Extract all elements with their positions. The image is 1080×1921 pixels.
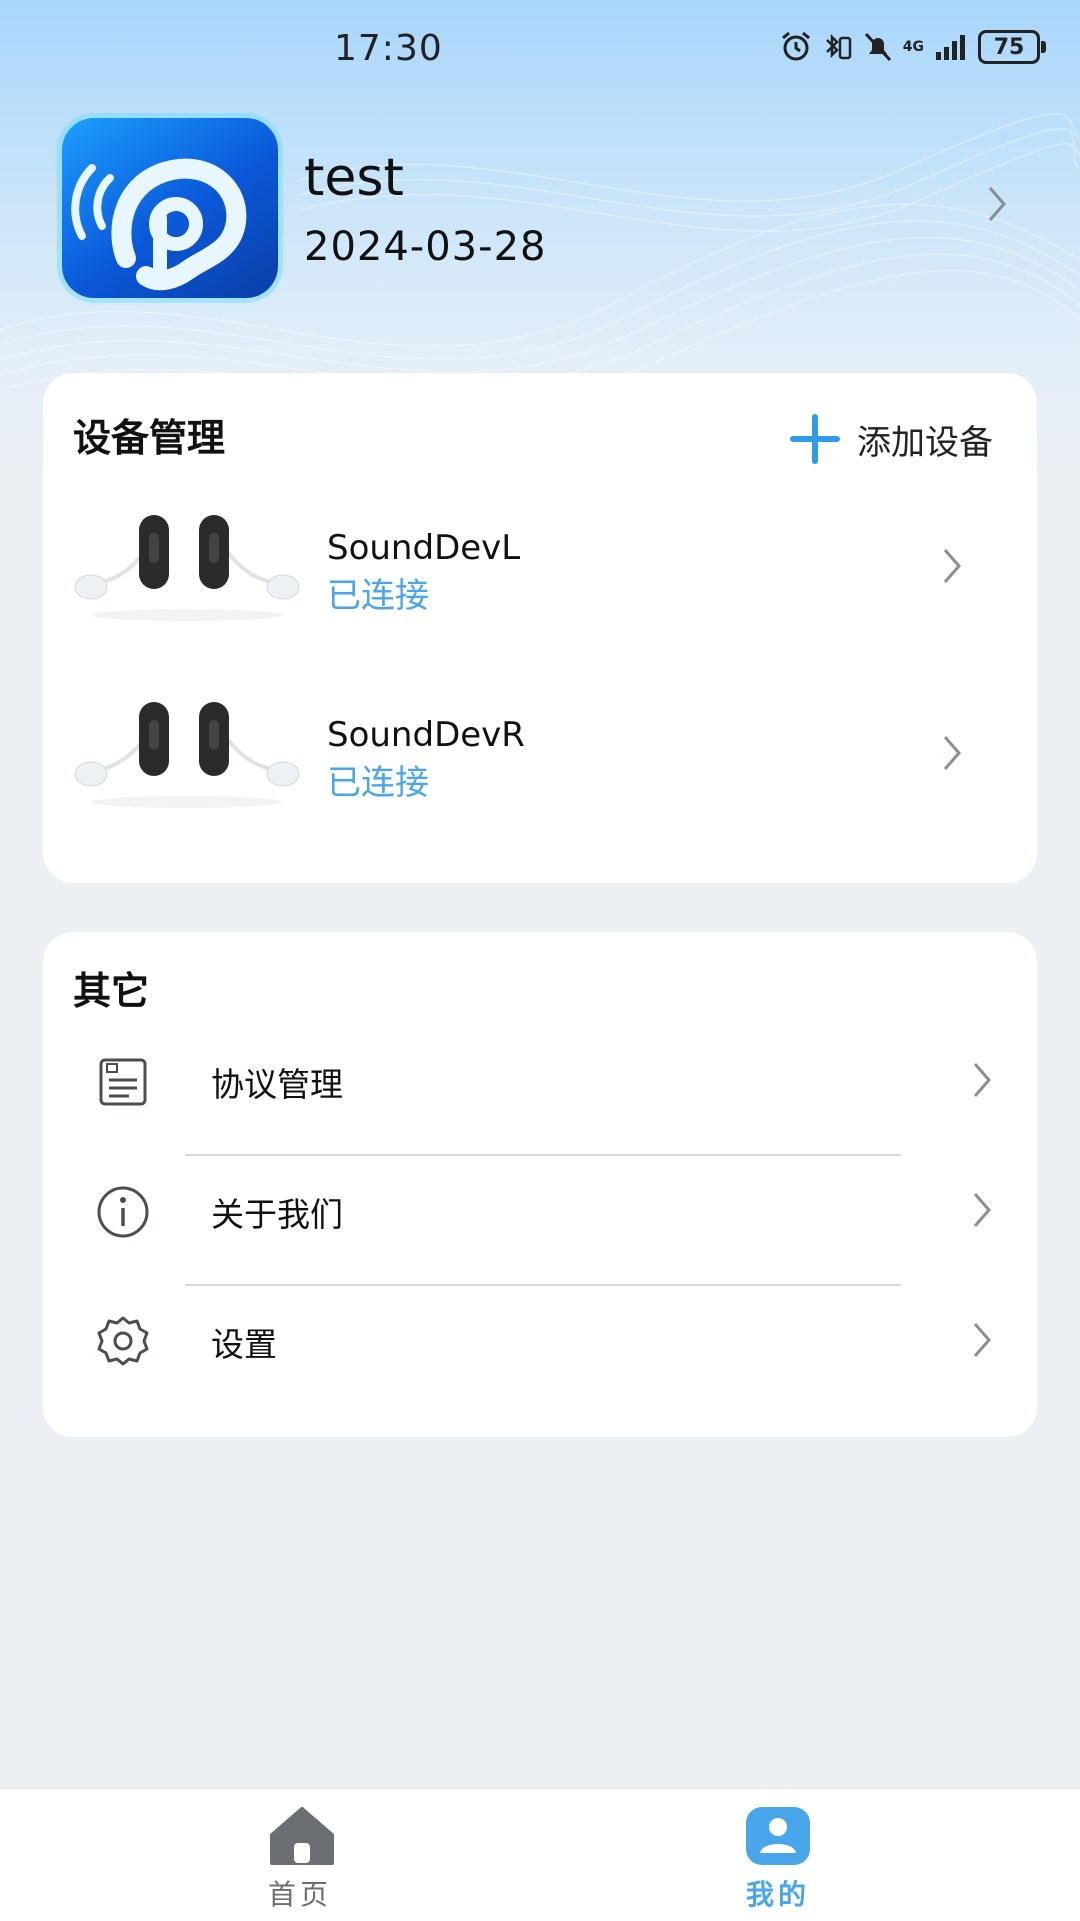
chevron-right-icon — [943, 549, 961, 583]
hearing-ear-icon — [71, 158, 247, 291]
menu-item-agreement[interactable]: 协议管理 — [43, 1016, 1037, 1144]
device-name: SoundDevL — [327, 528, 521, 568]
tab-label: 首页 — [267, 1878, 332, 1911]
home-icon — [270, 1807, 334, 1865]
bluetooth-battery-icon — [825, 33, 852, 60]
status-time: 17:30 — [334, 28, 443, 69]
hearing-aid-image — [74, 515, 300, 621]
device-status: 已连接 — [327, 763, 429, 803]
info-icon — [97, 1186, 149, 1238]
device-section-title: 设备管理 — [73, 416, 226, 460]
hearing-aid-image — [74, 702, 300, 808]
chevron-right-icon — [988, 187, 1006, 221]
chevron-right-icon — [943, 736, 961, 770]
alarm-icon — [781, 31, 810, 61]
battery-level: 75 — [993, 34, 1025, 60]
profile-name: test — [304, 148, 404, 208]
profile-icon — [746, 1807, 810, 1865]
add-device-label: 添加设备 — [857, 422, 993, 463]
profile-date: 2024-03-28 — [304, 224, 547, 270]
status-icons: 4G 75 — [779, 30, 1046, 64]
device-row-left[interactable]: SoundDevL 已连接 — [43, 488, 1037, 648]
menu-item-about[interactable]: 关于我们 — [43, 1146, 1037, 1274]
device-row-right[interactable]: SoundDevR 已连接 — [43, 675, 1037, 835]
tab-home[interactable]: 首页 — [200, 1805, 400, 1915]
menu-label: 协议管理 — [211, 1065, 343, 1104]
chevron-right-icon — [973, 1063, 991, 1097]
network-type: 4G — [902, 39, 924, 55]
mute-bell-icon — [864, 32, 891, 62]
chevron-right-icon — [973, 1323, 991, 1357]
other-section-title: 其它 — [73, 969, 150, 1013]
app-logo — [62, 118, 278, 298]
bottom-tab-bar: 首页 我的 — [0, 1788, 1080, 1921]
signal-icon — [936, 35, 965, 60]
chevron-right-icon — [973, 1193, 991, 1227]
agreement-icon — [99, 1058, 147, 1106]
profile-header[interactable]: test 2024-03-28 — [62, 118, 1062, 303]
status-bar: 17:30 4G 75 — [0, 0, 1080, 96]
device-management-card: 设备管理 添加设备 SoundDevL 已连接 SoundDevR 已连接 — [43, 373, 1037, 883]
menu-item-settings[interactable]: 设置 — [43, 1276, 1037, 1404]
other-card: 其它 协议管理 关于我们 设置 — [43, 932, 1037, 1437]
device-status: 已连接 — [327, 576, 429, 616]
settings-gear-icon — [97, 1316, 149, 1366]
device-name: SoundDevR — [327, 715, 525, 755]
add-device-button[interactable]: 添加设备 — [787, 411, 993, 467]
plus-icon — [790, 414, 840, 464]
battery-indicator: 75 — [978, 30, 1046, 64]
tab-label: 我的 — [745, 1878, 810, 1911]
menu-label: 关于我们 — [211, 1195, 343, 1234]
menu-label: 设置 — [211, 1325, 277, 1364]
tab-mine[interactable]: 我的 — [678, 1805, 878, 1915]
